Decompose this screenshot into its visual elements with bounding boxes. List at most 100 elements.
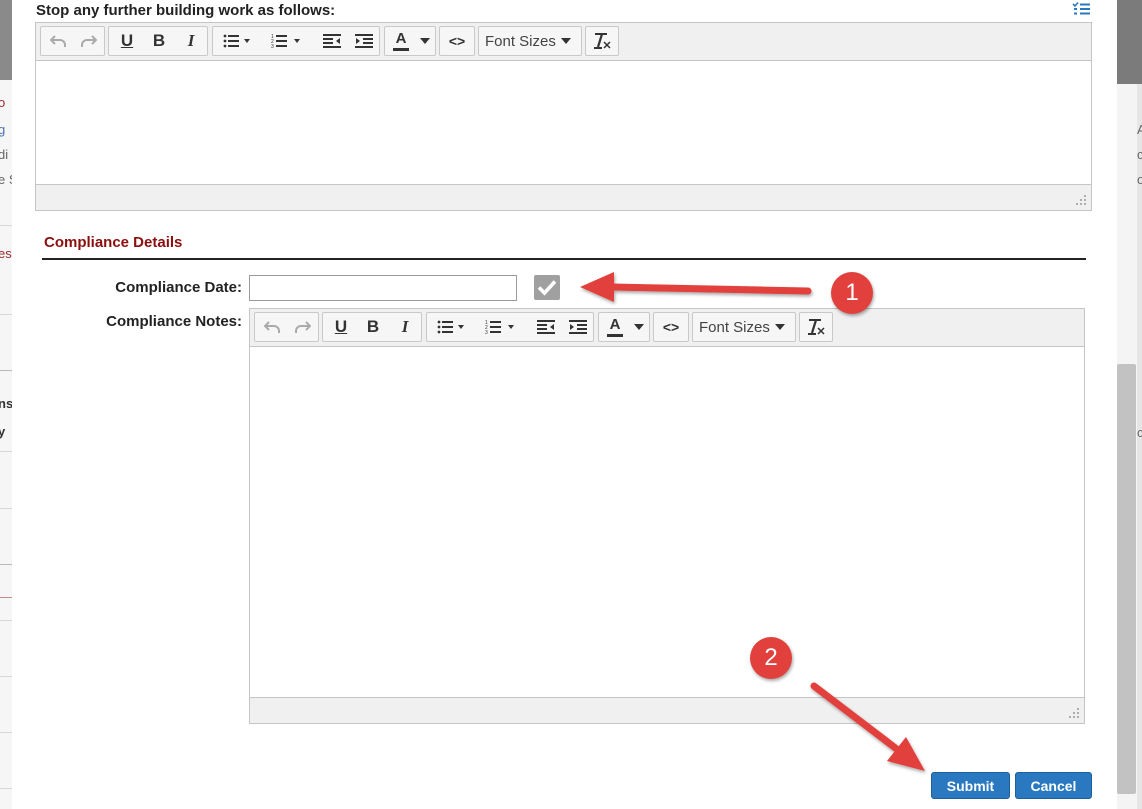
resize-grip-icon[interactable] — [1075, 194, 1087, 206]
stop-work-title: Stop any further building work as follow… — [36, 2, 336, 19]
clear-format-group — [799, 312, 833, 342]
annotation-badge-2: 2 — [750, 637, 792, 679]
background-text-fragment: di — [0, 147, 9, 162]
font-sizes-dropdown[interactable]: Font Sizes — [485, 27, 577, 55]
indent-button[interactable] — [563, 313, 593, 341]
text-color-group: A — [598, 312, 650, 342]
background-strip — [1137, 84, 1142, 809]
indent-icon — [569, 320, 587, 334]
background-divider — [0, 732, 12, 733]
bullet-list-button[interactable] — [217, 27, 257, 55]
submit-button[interactable]: Submit — [931, 772, 1010, 799]
bullet-list-button[interactable] — [431, 313, 471, 341]
background-divider — [0, 597, 12, 598]
background-header-bar — [1117, 0, 1142, 84]
background-divider — [0, 676, 12, 677]
background-divider — [0, 225, 12, 226]
bold-button[interactable]: B — [358, 313, 388, 341]
outdent-button[interactable] — [531, 313, 561, 341]
bullet-list-icon — [223, 34, 250, 48]
font-sizes-group: Font Sizes — [692, 312, 796, 342]
list-group: 1 2 3 — [426, 312, 594, 342]
background-divider — [0, 314, 12, 315]
background-text-fragment: c — [1137, 147, 1142, 162]
background-text-fragment: o — [0, 95, 6, 110]
svg-text:3: 3 — [485, 330, 488, 335]
undo-icon — [264, 321, 280, 333]
resize-grip-icon[interactable] — [1068, 707, 1080, 719]
stop-work-editor: U B I 1 2 3 A <> Font Sizes — [35, 22, 1092, 211]
undo-icon — [50, 35, 66, 47]
font-sizes-label: Font Sizes — [485, 32, 556, 50]
numbered-list-button[interactable]: 1 2 3 — [265, 27, 307, 55]
background-text-fragment: y — [0, 424, 6, 439]
redo-button[interactable] — [74, 27, 104, 55]
compliance-date-input[interactable] — [249, 275, 517, 301]
background-text-fragment: A — [1137, 122, 1142, 137]
bold-button[interactable]: B — [144, 27, 174, 55]
background-text-fragment: ns — [0, 396, 12, 411]
source-code-button[interactable]: <> — [442, 27, 472, 55]
history-group — [254, 312, 319, 342]
source-code-button[interactable]: <> — [656, 313, 686, 341]
outdent-button[interactable] — [317, 27, 347, 55]
background-page-left: o g di e S es ns y — [0, 0, 12, 809]
caret-down-icon — [634, 324, 644, 330]
checklist-icon[interactable] — [1072, 2, 1090, 16]
format-group: U B I — [108, 26, 208, 56]
indent-button[interactable] — [349, 27, 379, 55]
clear-formatting-icon — [594, 33, 611, 49]
clear-formatting-button[interactable] — [802, 313, 830, 341]
background-header-bar — [0, 0, 12, 80]
code-group: <> — [653, 312, 689, 342]
annotation-badge-1: 1 — [831, 272, 873, 314]
bullet-list-icon — [437, 320, 464, 334]
text-color-button[interactable]: A — [602, 313, 628, 341]
italic-button[interactable]: I — [176, 27, 206, 55]
background-text-fragment: g — [0, 122, 6, 137]
background-divider — [0, 508, 12, 509]
redo-button[interactable] — [288, 313, 318, 341]
italic-button[interactable]: I — [390, 313, 420, 341]
background-divider — [0, 564, 12, 565]
background-divider — [0, 620, 12, 621]
format-group: U B I — [322, 312, 422, 342]
caret-down-icon — [774, 324, 785, 330]
numbered-list-icon: 1 2 3 — [485, 320, 514, 335]
caret-down-icon — [420, 38, 430, 44]
compliance-modal: Stop any further building work as follow… — [12, 0, 1117, 809]
background-text-fragment: o — [1137, 172, 1142, 187]
history-group — [40, 26, 105, 56]
background-text-fragment: es — [0, 246, 12, 261]
caret-down-icon — [560, 38, 571, 44]
numbered-list-button[interactable]: 1 2 3 — [479, 313, 521, 341]
text-color-button[interactable]: A — [388, 27, 414, 55]
underline-button[interactable]: U — [112, 27, 142, 55]
text-color-label: A — [609, 315, 621, 333]
compliance-divider — [42, 258, 1086, 260]
modal-scrollbar-thumb[interactable] — [1117, 364, 1136, 794]
undo-button[interactable] — [257, 313, 287, 341]
editor-toolbar: U B I 1 2 3 A <> Font Sizes — [36, 23, 1091, 61]
editor-toolbar: U B I 1 2 3 A <> Font Sizes — [250, 309, 1084, 347]
svg-text:3: 3 — [271, 44, 274, 49]
code-group: <> — [439, 26, 475, 56]
outdent-icon — [537, 320, 555, 334]
compliance-date-confirm-button[interactable] — [534, 275, 560, 300]
background-text-fragment: c — [1137, 425, 1142, 440]
clear-formatting-button[interactable] — [588, 27, 616, 55]
cancel-button[interactable]: Cancel — [1015, 772, 1092, 799]
compliance-notes-content-area[interactable] — [250, 347, 1084, 697]
text-color-dropdown[interactable] — [415, 27, 435, 55]
text-color-dropdown[interactable] — [629, 313, 649, 341]
font-sizes-dropdown[interactable]: Font Sizes — [699, 313, 791, 341]
list-group: 1 2 3 — [212, 26, 380, 56]
stop-work-content-area[interactable] — [36, 61, 1091, 184]
text-color-swatch — [393, 47, 409, 51]
underline-button[interactable]: U — [326, 313, 356, 341]
background-text-fragment: e S — [0, 172, 12, 187]
redo-icon — [81, 35, 97, 47]
indent-icon — [355, 34, 373, 48]
background-divider — [0, 451, 12, 452]
undo-button[interactable] — [43, 27, 73, 55]
